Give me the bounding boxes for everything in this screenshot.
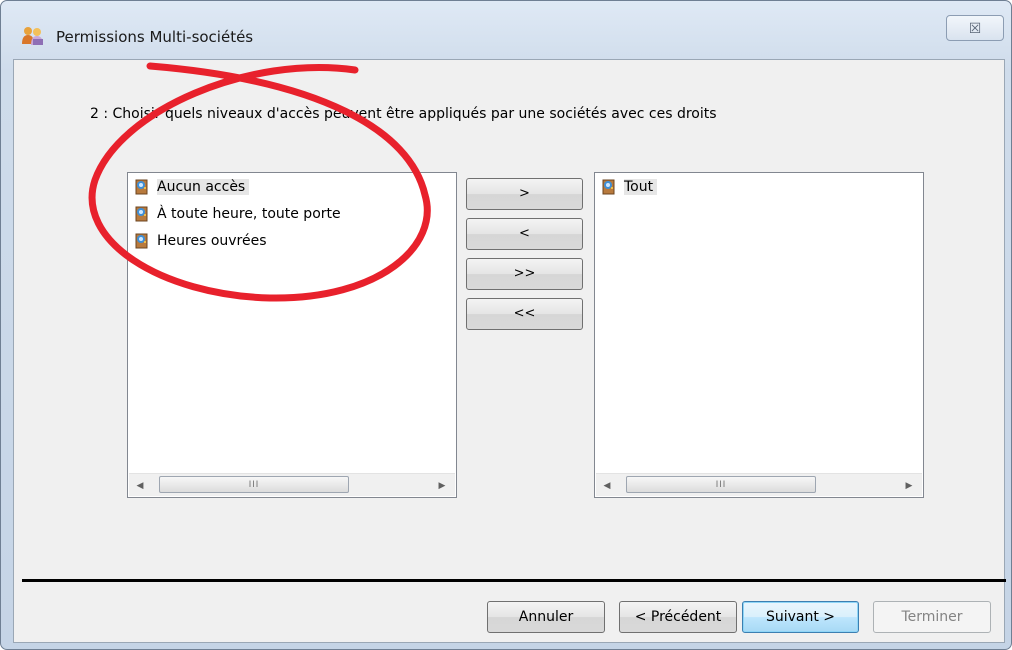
list-item[interactable]: Heures ouvrées xyxy=(134,229,271,253)
users-icon xyxy=(22,27,43,45)
selected-access-levels-list[interactable]: Tout ◀ III ▶ xyxy=(594,172,924,498)
scroll-thumb[interactable]: III xyxy=(159,476,349,493)
scroll-right-arrow-icon[interactable]: ▶ xyxy=(433,474,451,496)
list-item[interactable]: À toute heure, toute porte xyxy=(134,202,345,226)
finish-button[interactable]: Terminer xyxy=(873,601,991,633)
title-bar[interactable]: Permissions Multi-sociétés ☒ xyxy=(1,1,1011,59)
wizard-content: 2 : Choisir quels niveaux d'accès peuven… xyxy=(13,59,1006,643)
add-button[interactable]: > xyxy=(466,178,583,210)
remove-button[interactable]: < xyxy=(466,218,583,250)
close-button[interactable]: ☒ xyxy=(946,15,1004,41)
door-icon xyxy=(135,233,148,249)
horizontal-scrollbar[interactable]: ◀ III ▶ xyxy=(596,473,922,496)
scroll-thumb[interactable]: III xyxy=(626,476,816,493)
list-item-label: Tout xyxy=(624,179,658,195)
list-item-label: Aucun accès xyxy=(157,179,250,195)
window-title: Permissions Multi-sociétés xyxy=(56,28,254,46)
wizard-window: Permissions Multi-sociétés ☒ 2 : Choisir… xyxy=(0,0,1012,650)
door-icon xyxy=(602,179,615,195)
list-item[interactable]: Aucun accès xyxy=(134,175,250,199)
scroll-left-arrow-icon[interactable]: ◀ xyxy=(131,474,149,496)
available-access-levels-list[interactable]: Aucun accès À toute heure, toute porte H… xyxy=(127,172,457,498)
list-item-label: À toute heure, toute porte xyxy=(157,206,341,222)
next-button[interactable]: Suivant > xyxy=(742,601,859,633)
step-instruction: 2 : Choisir quels niveaux d'accès peuven… xyxy=(90,106,717,122)
remove-all-button[interactable]: << xyxy=(466,298,583,330)
list-item[interactable]: Tout xyxy=(601,175,658,199)
list-item-label: Heures ouvrées xyxy=(157,233,267,249)
previous-button[interactable]: < Précédent xyxy=(619,601,737,633)
scroll-right-arrow-icon[interactable]: ▶ xyxy=(900,474,918,496)
horizontal-scrollbar[interactable]: ◀ III ▶ xyxy=(129,473,455,496)
door-icon xyxy=(135,179,148,195)
cancel-button[interactable]: Annuler xyxy=(487,601,605,633)
add-all-button[interactable]: >> xyxy=(466,258,583,290)
scroll-left-arrow-icon[interactable]: ◀ xyxy=(598,474,616,496)
door-icon xyxy=(135,206,148,222)
